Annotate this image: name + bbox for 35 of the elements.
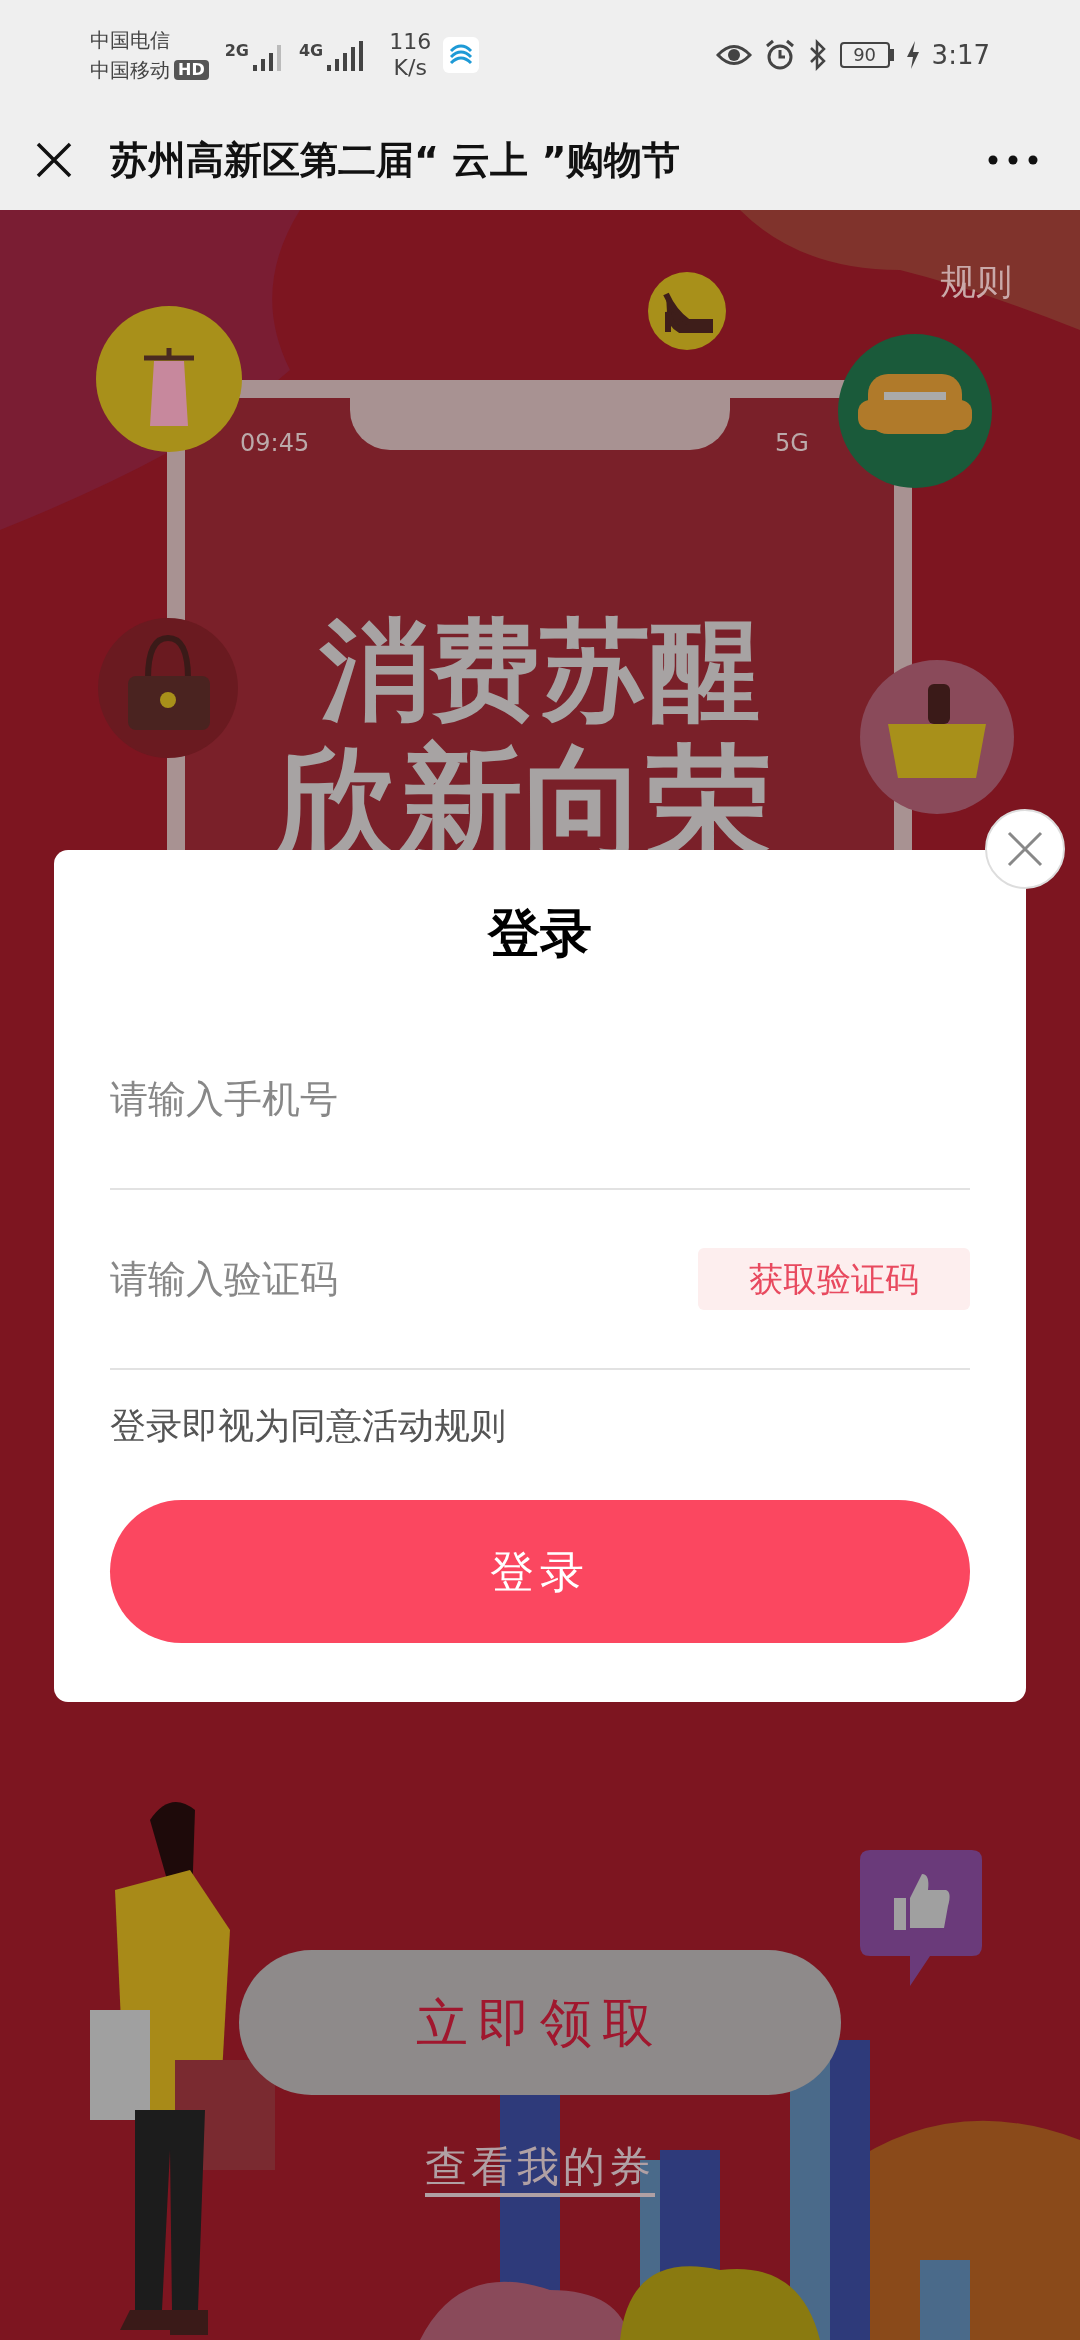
claim-button[interactable]: 立即领取	[239, 1950, 841, 2095]
more-icon	[988, 155, 1038, 165]
close-button[interactable]	[34, 140, 74, 180]
clock-time: 3:17	[931, 38, 990, 72]
input-field[interactable]: 请输入验证码	[110, 1229, 698, 1329]
network-type: 2G	[224, 40, 249, 62]
close-icon	[1007, 831, 1043, 867]
rules-link[interactable]: 规则	[940, 255, 1012, 309]
app-icon	[443, 37, 480, 73]
network-type: 4G	[298, 40, 324, 62]
page-title: 苏州高新区第二届“ 云上 ”购物节	[110, 136, 681, 184]
handbag-icon	[98, 618, 238, 758]
input-field[interactable]: 请输入手机号	[110, 1049, 970, 1149]
close-icon	[35, 141, 73, 179]
basket-icon	[860, 660, 1014, 814]
eye-icon	[715, 42, 752, 68]
get-code-button[interactable]: 获取验证码	[698, 1248, 970, 1310]
agreement-text: 登录即视为同意活动规则	[110, 1404, 507, 1448]
hd-badge: HD	[174, 60, 209, 80]
bluetooth-icon	[807, 39, 828, 71]
carrier-name: 中国电信	[90, 27, 171, 54]
armchair-icon	[838, 334, 992, 488]
network-speed: 116	[389, 29, 432, 55]
dialog-title: 登录	[488, 902, 592, 965]
phone-network: 5G	[775, 428, 809, 459]
dress-icon	[96, 306, 242, 452]
charging-icon	[905, 41, 920, 69]
headline: 消费苏醒	[320, 610, 760, 730]
speed-unit: K/s	[393, 55, 427, 81]
phone-time: 09:45	[240, 428, 310, 459]
shoe-icon	[648, 272, 726, 350]
alarm-icon	[763, 39, 796, 71]
thumbs-up-icon	[860, 1850, 982, 1986]
carrier-name: 中国移动	[90, 57, 170, 84]
login-button[interactable]: 登录	[110, 1500, 970, 1643]
